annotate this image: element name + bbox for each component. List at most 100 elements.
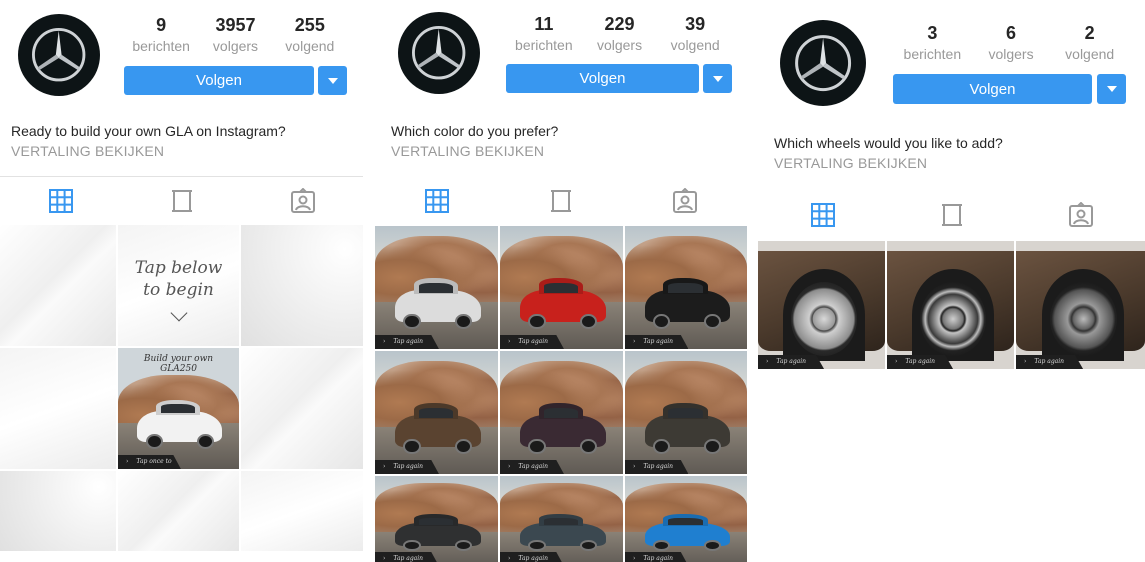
chevron-right-icon: › xyxy=(508,338,511,345)
see-translation-link[interactable]: VERTALING BEKIJKEN xyxy=(391,143,544,159)
mercedes-star-logo-icon xyxy=(32,28,86,82)
post-tile[interactable] xyxy=(0,348,116,469)
post-tile-color-option[interactable]: › Tap again xyxy=(500,226,623,349)
follow-button[interactable]: Volgen xyxy=(506,64,699,93)
post-tile-wheel-option[interactable]: › Tap again xyxy=(758,241,885,369)
profile-stats: 11 berichten 229 volgers 39 volgend xyxy=(506,13,733,55)
car-image xyxy=(644,282,730,329)
stat-posts[interactable]: 3 berichten xyxy=(893,22,972,64)
post-tile[interactable]: Tap below to begin xyxy=(118,225,239,346)
follow-button[interactable]: Volgen xyxy=(124,66,314,95)
see-translation-link[interactable]: VERTALING BEKIJKEN xyxy=(11,143,164,159)
tab-list[interactable] xyxy=(887,191,1016,239)
tab-grid[interactable] xyxy=(375,177,499,225)
follow-dropdown-button[interactable] xyxy=(703,64,732,93)
caption-strip-label: Tap again xyxy=(643,338,674,345)
caption-strip: › Tap again xyxy=(1016,355,1084,369)
bio-text: Which color do you prefer? xyxy=(391,123,559,139)
tab-grid[interactable] xyxy=(758,191,887,239)
caption-strip: › Tap again xyxy=(887,355,954,369)
post-tile[interactable] xyxy=(241,348,363,469)
chevron-right-icon: › xyxy=(633,338,636,345)
post-tile-color-option[interactable]: › Tap again xyxy=(625,351,747,474)
post-tile[interactable] xyxy=(118,471,239,551)
follow-button[interactable]: Volgen xyxy=(893,74,1092,104)
caption-strip-label: Tap again xyxy=(393,338,424,345)
tap-to-begin-prompt: Tap below to begin xyxy=(118,257,239,301)
stat-followers[interactable]: 229 volgers xyxy=(582,13,658,55)
caption-strip: › Tap again xyxy=(500,552,564,562)
car-image xyxy=(644,517,730,552)
tab-list[interactable] xyxy=(499,177,623,225)
post-tile-wheel-option[interactable]: › Tap again xyxy=(1016,241,1145,369)
chevron-right-icon: › xyxy=(383,555,386,562)
post-tile[interactable] xyxy=(0,225,116,346)
post-tile-color-option[interactable]: › Tap again xyxy=(500,351,623,474)
stat-followers[interactable]: 3957 volgers xyxy=(198,14,272,56)
grid-icon xyxy=(810,203,835,227)
see-translation-link[interactable]: VERTALING BEKIJKEN xyxy=(774,155,927,171)
following-count: 2 xyxy=(1084,23,1095,43)
following-label: volgend xyxy=(1065,46,1115,62)
followers-count: 229 xyxy=(604,14,635,34)
grid-icon xyxy=(425,189,449,213)
caption-strip-label: Tap again xyxy=(643,555,674,562)
chevron-down-icon xyxy=(327,77,338,84)
post-tile[interactable] xyxy=(241,225,363,346)
caption-strip: › Tap again xyxy=(625,460,689,474)
prompt-line: Tap below xyxy=(134,258,223,278)
chevron-right-icon: › xyxy=(633,555,636,562)
profile-tabs xyxy=(375,177,747,225)
stat-posts[interactable]: 11 berichten xyxy=(506,13,582,55)
profile-panel-1: 9 berichten 3957 volgers 255 volgend Volgen… xyxy=(0,0,363,562)
caption-strip: › Tap again xyxy=(375,335,439,349)
car-image xyxy=(519,282,606,329)
caption-strip-label: Tap again xyxy=(643,463,674,470)
stat-following[interactable]: 39 volgend xyxy=(657,13,733,55)
stat-following[interactable]: 255 volgend xyxy=(273,14,347,56)
posts-count: 11 xyxy=(534,14,554,34)
tab-tagged[interactable] xyxy=(623,177,747,225)
tab-list[interactable] xyxy=(121,177,242,224)
caption-strip-label: Tap again xyxy=(1034,358,1065,365)
stat-following[interactable]: 2 volgend xyxy=(1050,22,1129,64)
caption-strip: › Tap again xyxy=(500,335,564,349)
post-tile-color-option[interactable]: › Tap again xyxy=(625,226,747,349)
post-grid: › Tap again › Tap again › Tap again xyxy=(758,241,1145,369)
bio-text: Ready to build your own GLA on Instagram… xyxy=(11,123,286,139)
avatar[interactable] xyxy=(18,14,100,96)
chevron-right-icon: › xyxy=(508,463,511,470)
chevron-down-icon xyxy=(1106,86,1117,92)
post-tile-color-option[interactable]: › Tap again xyxy=(375,476,498,562)
post-tile-build-promo[interactable]: Build your ownGLA250 › Tap once to begin xyxy=(118,348,239,469)
stat-followers[interactable]: 6 volgers xyxy=(972,22,1051,64)
post-grid: Tap below to begin Build your own GLA250 ›… xyxy=(0,225,363,551)
avatar[interactable] xyxy=(398,12,480,94)
post-tile[interactable] xyxy=(0,471,116,551)
post-tile-color-option[interactable]: › Tap again xyxy=(375,226,498,349)
follow-dropdown-button[interactable] xyxy=(318,66,347,95)
post-tile-color-option[interactable]: › Tap again xyxy=(625,476,747,562)
car-image xyxy=(644,407,730,454)
profile-stats: 3 berichten 6 volgers 2 volgend xyxy=(893,22,1129,64)
caption-strip-label: Tap again xyxy=(518,338,549,345)
wheel-rim xyxy=(920,281,987,357)
mercedes-star-logo-icon xyxy=(795,35,851,91)
follow-dropdown-button[interactable] xyxy=(1097,74,1126,104)
stat-posts[interactable]: 9 berichten xyxy=(124,14,198,56)
post-tile[interactable] xyxy=(241,471,363,551)
profile-tabs xyxy=(0,176,363,224)
following-label: volgend xyxy=(285,38,335,54)
tab-grid[interactable] xyxy=(0,177,121,224)
caption-strip: › Tap again xyxy=(625,552,689,562)
post-tile-color-option[interactable]: › Tap again xyxy=(500,476,623,562)
car-image xyxy=(394,407,481,454)
car-image xyxy=(394,282,481,329)
tab-tagged[interactable] xyxy=(242,177,363,224)
avatar[interactable] xyxy=(780,20,866,106)
profile-stats: 9 berichten 3957 volgers 255 volgend xyxy=(124,14,347,56)
caption-strip-label: Tap again xyxy=(518,463,549,470)
post-tile-wheel-option[interactable]: › Tap again xyxy=(887,241,1014,369)
tab-tagged[interactable] xyxy=(1016,191,1145,239)
post-tile-color-option[interactable]: › Tap again xyxy=(375,351,498,474)
